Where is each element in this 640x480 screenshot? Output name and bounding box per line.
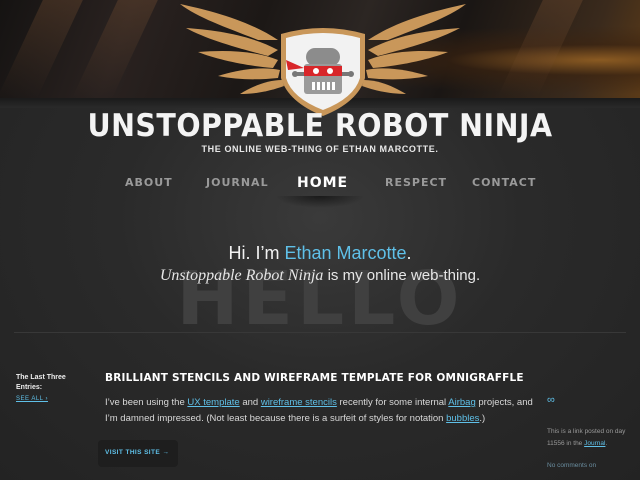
author-name-link[interactable]: Ethan Marcotte: [284, 243, 406, 263]
see-all-link[interactable]: SEE ALL ›: [16, 396, 86, 402]
comments-count[interactable]: No comments on: [547, 462, 637, 469]
journal-category-link[interactable]: Journal: [584, 440, 605, 447]
nav-current-indicator: [275, 196, 365, 208]
post-text: and: [239, 397, 261, 408]
nav-item-about[interactable]: ABOUT: [125, 176, 173, 189]
permalink-infinity-icon[interactable]: ∞: [547, 394, 637, 406]
ux-template-link[interactable]: UX template: [187, 397, 239, 408]
recent-entries-label: The Last Three Entries:: [16, 374, 66, 391]
airbag-link[interactable]: Airbag: [448, 397, 475, 408]
banner-light-streak: [497, 0, 583, 98]
post-meta: ∞ This is a link posted on day 11556 in …: [547, 394, 637, 469]
visit-site-label: VISIT THIS SITE →: [105, 449, 170, 456]
post-text: .): [479, 413, 486, 424]
intro-greeting: Hi. I’m Ethan Marcotte.: [0, 243, 640, 264]
banner-light-streak: [0, 0, 83, 98]
post-meta-text: This is a link posted on day 11556 in th…: [547, 426, 637, 450]
post-text: I’ve been using the: [105, 397, 188, 408]
nav-item-home[interactable]: HOME: [297, 175, 348, 191]
meta-period: .: [605, 440, 608, 447]
post-title[interactable]: BRILLIANT STENCILS AND WIREFRAME TEMPLAT…: [105, 372, 535, 384]
post-body: I’ve been using the UX template and wire…: [105, 395, 535, 427]
bubbles-link[interactable]: bubbles: [446, 413, 479, 424]
banner-light-streak: [72, 0, 158, 98]
section-divider: [14, 332, 626, 333]
greeting-text: Hi. I’m: [228, 243, 280, 263]
robot-ninja-logo[interactable]: [178, 0, 468, 120]
nav-item-respect[interactable]: RESPECT: [385, 176, 447, 189]
intro-rest: is my online web-thing.: [323, 267, 481, 284]
visit-site-button[interactable]: VISIT THIS SITE →: [98, 440, 178, 467]
post-text: recently for some internal: [336, 397, 449, 408]
main-nav: ABOUT JOURNAL HOME RESPECT CONTACT: [0, 175, 640, 196]
greeting-period: .: [406, 243, 412, 263]
recent-entries-sidebar: The Last Three Entries: SEE ALL ›: [16, 373, 86, 402]
site-tagline: THE ONLINE WEB-THING OF ETHAN MARCOTTE.: [201, 144, 439, 154]
intro-description: Unstoppable Robot Ninja is my online web…: [0, 267, 640, 285]
nav-item-contact[interactable]: CONTACT: [472, 176, 536, 189]
site-name-italic: Unstoppable Robot Ninja: [159, 267, 324, 284]
nav-item-journal[interactable]: JOURNAL: [206, 176, 269, 189]
site-title[interactable]: UNSTOPPABLE ROBOT NINJA: [26, 108, 615, 144]
wireframe-stencils-link[interactable]: wireframe stencils: [261, 397, 337, 408]
